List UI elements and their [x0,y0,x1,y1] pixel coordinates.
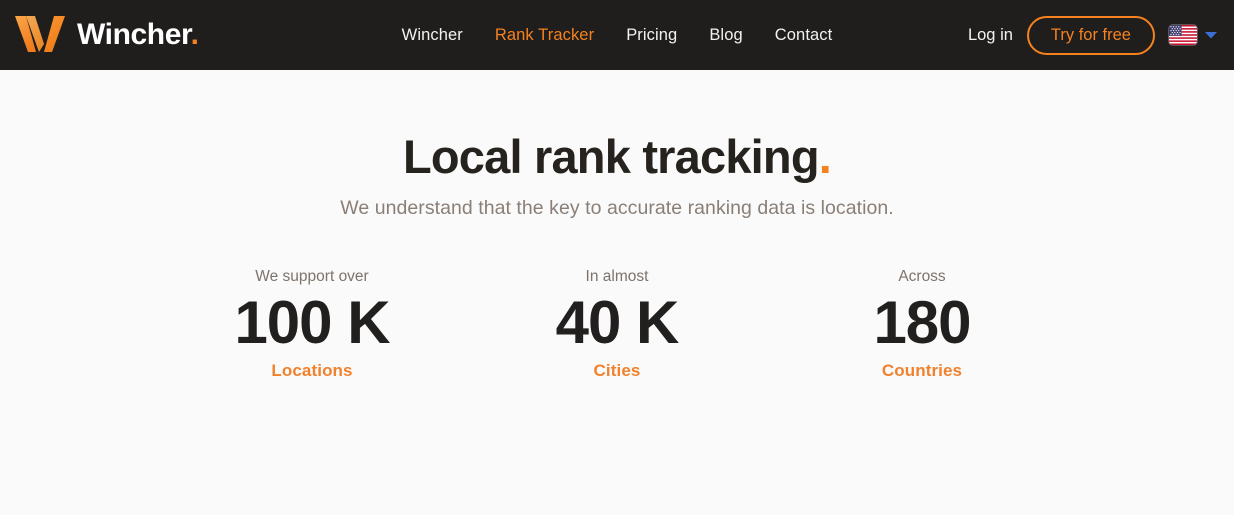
nav-item-blog[interactable]: Blog [709,26,742,45]
hero-content: Local rank tracking. We understand that … [0,70,1234,381]
stat-label: Across [898,267,946,285]
stats-row: We support over 100 K Locations In almos… [0,268,1234,382]
site-header: Wincher. Wincher Rank Tracker Pricing Bl… [0,0,1234,70]
header-actions: Log in Try for free [968,15,1218,55]
nav-item-wincher[interactable]: Wincher [402,26,463,45]
login-link[interactable]: Log in [968,26,1013,45]
stat-caption: Countries [881,361,963,381]
stat-value: 40 K [555,289,680,357]
chevron-down-icon [1204,31,1218,40]
hero-subtitle: We understand that the key to accurate r… [340,196,894,219]
page-title-dot: . [818,130,832,183]
try-for-free-button[interactable]: Try for free [1026,15,1155,55]
stat-value: 180 [873,289,971,357]
nav-item-pricing[interactable]: Pricing [626,26,677,45]
stat-caption: Cities [593,361,641,381]
language-selector[interactable] [1169,25,1218,45]
nav-item-contact[interactable]: Contact [775,26,833,45]
brand-wordmark: Wincher. [77,18,199,51]
hero-section: Local rank tracking. We understand that … [0,70,1234,381]
brand-wordmark-dot: . [190,18,199,51]
us-flag-icon [1169,25,1197,45]
stat-caption: Locations [271,361,353,381]
page-title: Local rank tracking. [402,130,832,183]
stat-locations: We support over 100 K Locations [160,268,465,382]
wincher-w-logo-icon [14,14,66,56]
stat-label: We support over [255,267,369,285]
stat-cities: In almost 40 K Cities [465,268,770,382]
nav-item-rank-tracker[interactable]: Rank Tracker [495,26,594,45]
brand-logo-link[interactable]: Wincher. [14,14,199,56]
stat-label: In almost [585,267,649,285]
stat-countries: Across 180 Countries [770,268,1075,382]
stat-value: 100 K [234,289,390,357]
